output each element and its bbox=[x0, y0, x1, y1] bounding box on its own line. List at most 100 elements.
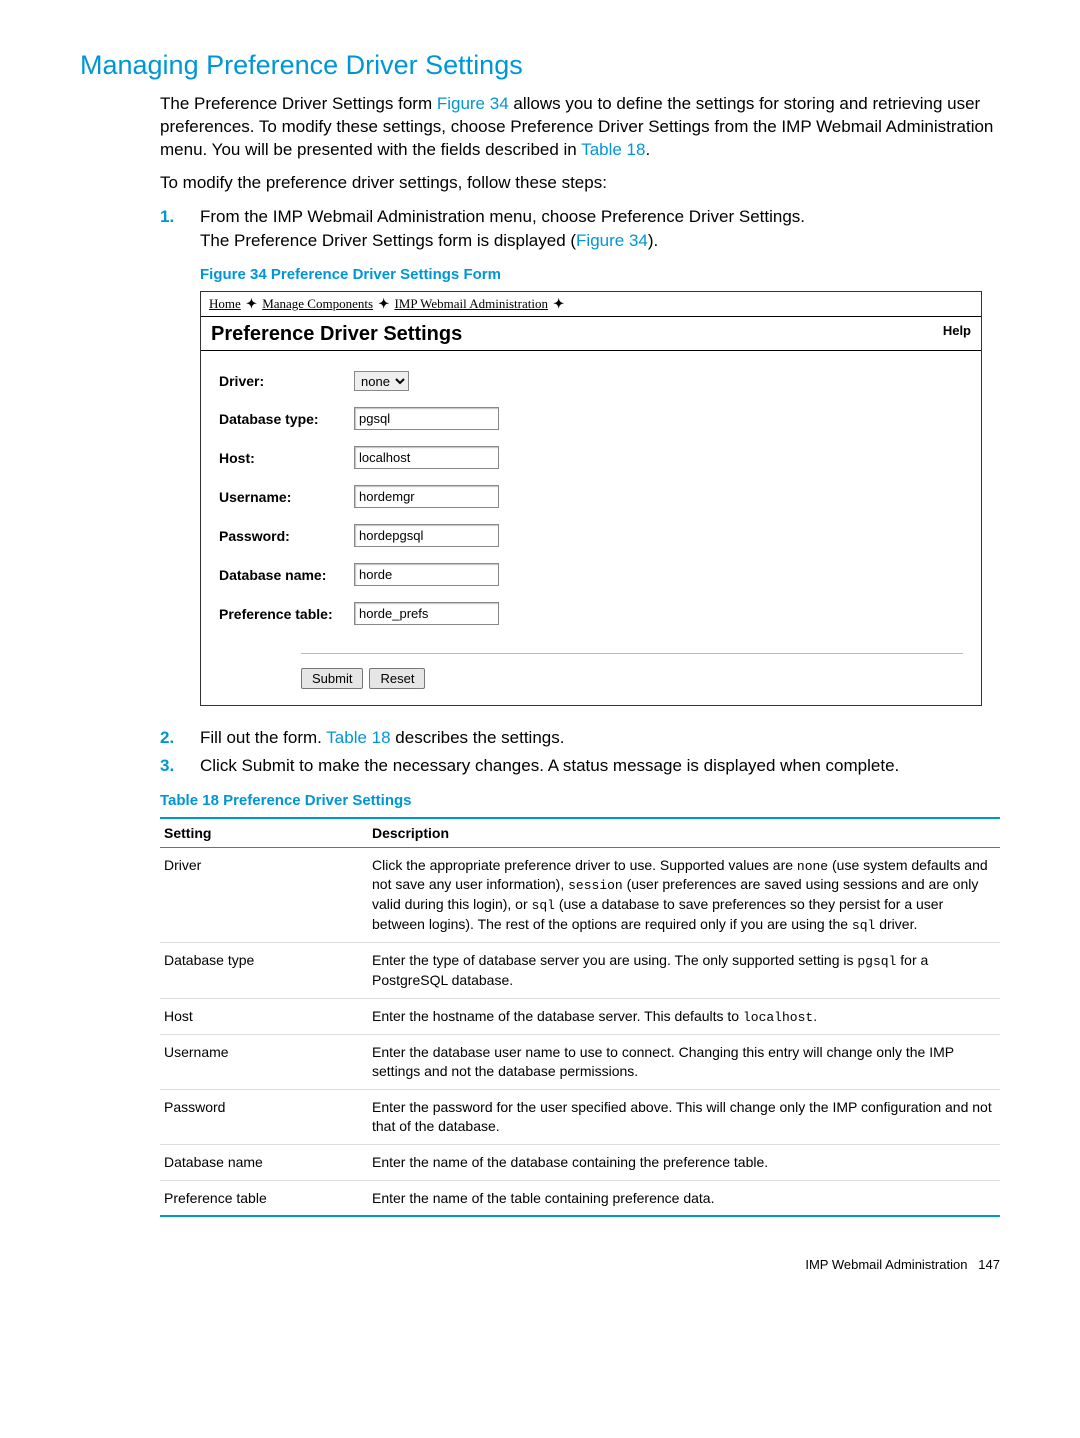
label-driver: Driver: bbox=[219, 373, 354, 389]
form-row-dbname: Database name: bbox=[219, 563, 963, 586]
step-body: Click Submit to make the necessary chang… bbox=[200, 754, 1000, 778]
form-row-username: Username: bbox=[219, 485, 963, 508]
text: ). bbox=[648, 231, 658, 250]
screenshot-form: Home ✦ Manage Components ✦ IMP Webmail A… bbox=[200, 291, 982, 706]
table-caption: Table 18 Preference Driver Settings bbox=[160, 792, 1000, 809]
form-row-driver: Driver: none bbox=[219, 371, 963, 391]
form-row-password: Password: bbox=[219, 524, 963, 547]
table-header-row: Setting Description bbox=[160, 818, 1000, 848]
form-row-dbtype: Database type: bbox=[219, 407, 963, 430]
text: Click the appropriate preference driver … bbox=[372, 857, 797, 873]
settings-table: Setting Description Driver Click the app… bbox=[160, 817, 1000, 1218]
step-2: 2. Fill out the form. Table 18 describes… bbox=[160, 726, 1000, 750]
table-row: Username Enter the database user name to… bbox=[160, 1035, 1000, 1090]
form-area: Driver: none Database type: Host: Userna… bbox=[201, 351, 981, 705]
header-setting: Setting bbox=[160, 818, 368, 848]
cell-setting: Password bbox=[160, 1089, 368, 1144]
panel-title: Preference Driver Settings bbox=[211, 323, 462, 346]
table-ref-link[interactable]: Table 18 bbox=[326, 728, 390, 747]
form-row-host: Host: bbox=[219, 446, 963, 469]
text: From the IMP Webmail Administration menu… bbox=[200, 205, 1000, 229]
breadcrumb-home[interactable]: Home bbox=[209, 296, 241, 311]
button-row: Submit Reset bbox=[301, 653, 963, 689]
preftable-input[interactable] bbox=[354, 602, 499, 625]
panel-header: Preference Driver Settings Help bbox=[201, 317, 981, 350]
table-row: Database name Enter the name of the data… bbox=[160, 1144, 1000, 1180]
reset-button[interactable]: Reset bbox=[369, 668, 425, 689]
cell-description: Enter the type of database server you ar… bbox=[368, 943, 1000, 998]
table-ref-link[interactable]: Table 18 bbox=[581, 140, 645, 159]
footer-text: IMP Webmail Administration bbox=[805, 1257, 967, 1272]
dbtype-input[interactable] bbox=[354, 407, 499, 430]
figure-caption: Figure 34 Preference Driver Settings For… bbox=[200, 266, 1000, 283]
modify-intro: To modify the preference driver settings… bbox=[160, 172, 1000, 195]
driver-select[interactable]: none bbox=[354, 371, 409, 391]
step-body: Fill out the form. Table 18 describes th… bbox=[200, 726, 1000, 750]
text: The Preference Driver Settings form is d… bbox=[200, 231, 576, 250]
chevron-right-icon: ✦ bbox=[378, 296, 389, 311]
step-number: 2. bbox=[160, 726, 200, 750]
breadcrumb: Home ✦ Manage Components ✦ IMP Webmail A… bbox=[201, 292, 981, 316]
code: pgsql bbox=[857, 954, 896, 969]
figure-ref-link[interactable]: Figure 34 bbox=[437, 94, 509, 113]
label-host: Host: bbox=[219, 450, 354, 466]
submit-button[interactable]: Submit bbox=[301, 668, 363, 689]
dbname-input[interactable] bbox=[354, 563, 499, 586]
page-number: 147 bbox=[978, 1257, 1000, 1272]
text: describes the settings. bbox=[391, 728, 565, 747]
cell-description: Enter the hostname of the database serve… bbox=[368, 998, 1000, 1035]
table-row: Driver Click the appropriate preference … bbox=[160, 847, 1000, 942]
text: driver. bbox=[875, 916, 917, 932]
cell-description: Enter the password for the user specifie… bbox=[368, 1089, 1000, 1144]
username-input[interactable] bbox=[354, 485, 499, 508]
label-password: Password: bbox=[219, 528, 354, 544]
step-number: 3. bbox=[160, 754, 200, 778]
cell-description: Enter the database user name to use to c… bbox=[368, 1035, 1000, 1090]
cell-setting: Database type bbox=[160, 943, 368, 998]
password-input[interactable] bbox=[354, 524, 499, 547]
cell-description: Enter the name of the database containin… bbox=[368, 1144, 1000, 1180]
cell-description: Click the appropriate preference driver … bbox=[368, 847, 1000, 942]
code: sql bbox=[532, 898, 555, 913]
cell-description: Enter the name of the table containing p… bbox=[368, 1180, 1000, 1216]
code: sql bbox=[852, 918, 875, 933]
table-row: Password Enter the password for the user… bbox=[160, 1089, 1000, 1144]
text: Enter the type of database server you ar… bbox=[372, 952, 857, 968]
text: . bbox=[645, 140, 650, 159]
host-input[interactable] bbox=[354, 446, 499, 469]
breadcrumb-imp[interactable]: IMP Webmail Administration bbox=[394, 296, 548, 311]
label-username: Username: bbox=[219, 489, 354, 505]
step-1: 1. From the IMP Webmail Administration m… bbox=[160, 205, 1000, 253]
steps-list-continued: 2. Fill out the form. Table 18 describes… bbox=[160, 726, 1000, 778]
section-heading: Managing Preference Driver Settings bbox=[80, 50, 1000, 81]
label-preftable: Preference table: bbox=[219, 606, 354, 622]
table-row: Host Enter the hostname of the database … bbox=[160, 998, 1000, 1035]
step-number: 1. bbox=[160, 205, 200, 229]
text: The Preference Driver Settings form bbox=[160, 94, 437, 113]
code: none bbox=[797, 859, 828, 874]
label-dbname: Database name: bbox=[219, 567, 354, 583]
text: Enter the hostname of the database serve… bbox=[372, 1008, 743, 1024]
cell-setting: Preference table bbox=[160, 1180, 368, 1216]
step-3: 3. Click Submit to make the necessary ch… bbox=[160, 754, 1000, 778]
code: localhost bbox=[743, 1010, 813, 1025]
table-row: Database type Enter the type of database… bbox=[160, 943, 1000, 998]
help-link[interactable]: Help bbox=[943, 323, 971, 346]
header-description: Description bbox=[368, 818, 1000, 848]
code: session bbox=[568, 878, 623, 893]
cell-setting: Username bbox=[160, 1035, 368, 1090]
text: The Preference Driver Settings form is d… bbox=[200, 229, 1000, 253]
text: . bbox=[813, 1008, 817, 1024]
chevron-right-icon: ✦ bbox=[246, 296, 257, 311]
figure-ref-link[interactable]: Figure 34 bbox=[576, 231, 648, 250]
cell-setting: Driver bbox=[160, 847, 368, 942]
page: Managing Preference Driver Settings The … bbox=[0, 0, 1080, 1312]
breadcrumb-manage[interactable]: Manage Components bbox=[262, 296, 373, 311]
chevron-right-icon: ✦ bbox=[553, 296, 564, 311]
cell-setting: Host bbox=[160, 998, 368, 1035]
cell-setting: Database name bbox=[160, 1144, 368, 1180]
table-row: Preference table Enter the name of the t… bbox=[160, 1180, 1000, 1216]
text: Fill out the form. bbox=[200, 728, 326, 747]
page-footer: IMP Webmail Administration 147 bbox=[80, 1257, 1000, 1272]
steps-list: 1. From the IMP Webmail Administration m… bbox=[160, 205, 1000, 253]
